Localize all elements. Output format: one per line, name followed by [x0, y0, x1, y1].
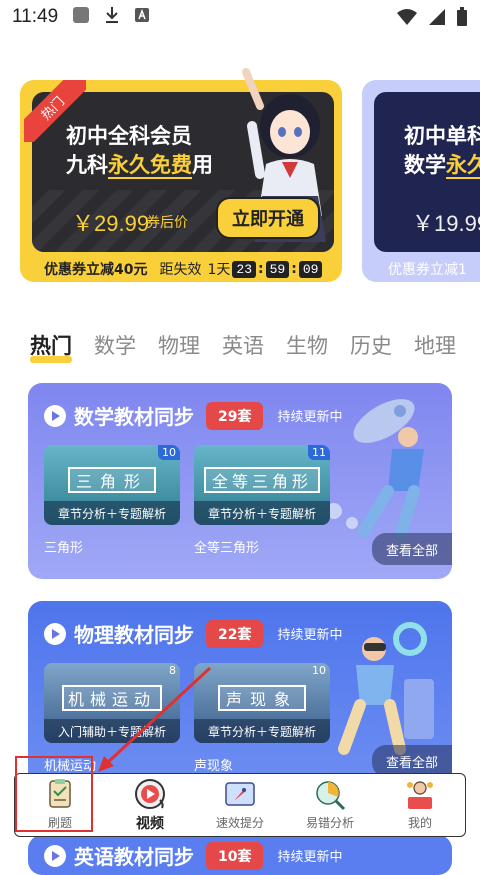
- math-textbook-section: 数学教材同步 29套 持续更新中 10 三角形 章节分析＋专题解析 三角形 11…: [28, 383, 452, 579]
- price-note: 券后价: [146, 215, 188, 231]
- coupon-text: 优惠券立减40元: [44, 262, 148, 278]
- course-label[interactable]: 全等三角形: [194, 537, 259, 556]
- subject-tabs: 热门 数学 物理 英语 生物 历史 地理: [30, 330, 456, 363]
- count-badge: 22套: [206, 619, 264, 648]
- episode-count: 10: [312, 664, 326, 677]
- tab-english[interactable]: 英语: [222, 330, 264, 360]
- wifi-icon: [396, 8, 418, 31]
- rocket-board-icon: [225, 782, 255, 806]
- thumbnail-subtitle: 章节分析＋专题解析: [194, 501, 330, 525]
- view-all-button[interactable]: 查看全部: [372, 533, 452, 565]
- countdown-minutes: 59: [265, 260, 290, 278]
- membership-card-all-subjects[interactable]: 热门 初中全科会员 九科永久免费用 ￥29.99 券后价 立即开通 优惠券立减4…: [20, 66, 342, 282]
- countdown-day: 1天: [207, 262, 231, 278]
- thumbnail-title: 机械运动: [62, 685, 162, 711]
- play-icon: [44, 844, 66, 867]
- nav-label: 速效提分: [215, 816, 264, 830]
- tab-history[interactable]: 历史: [350, 330, 392, 360]
- section-header: 物理教材同步 22套 持续更新中: [44, 619, 343, 648]
- thumbnail-title: 声现象: [218, 685, 306, 711]
- nav-error-analysis[interactable]: 易错分析: [290, 779, 370, 831]
- tab-biology[interactable]: 生物: [286, 330, 328, 360]
- course-label[interactable]: 声现象: [194, 755, 233, 774]
- course-thumbnail[interactable]: 10 三角形 章节分析＋专题解析: [44, 445, 180, 525]
- tab-physics[interactable]: 物理: [158, 330, 200, 360]
- course-label[interactable]: 三角形: [44, 537, 83, 556]
- nav-mine[interactable]: 我的: [380, 779, 460, 831]
- tab-hot[interactable]: 热门: [30, 330, 72, 363]
- download-icon: [104, 6, 120, 29]
- update-status: 持续更新中: [277, 628, 343, 643]
- coupon-countdown: 优惠券立减40元 距失效 1天 23: 59: 09: [44, 259, 324, 279]
- section-title: 英语教材同步: [74, 845, 194, 869]
- membership-card-single-subject[interactable]: 初中单科 数学永久 ￥19.99 优惠券立减1: [362, 66, 480, 282]
- nav-label: 视频: [136, 815, 164, 832]
- tab-math[interactable]: 数学: [94, 330, 136, 360]
- thumbnail-subtitle: 章节分析＋专题解析: [194, 719, 330, 743]
- app-notification-icon: [72, 6, 90, 29]
- nav-quick-score[interactable]: 速效提分: [200, 779, 280, 831]
- update-status: 持续更新中: [277, 850, 343, 865]
- course-thumbnail[interactable]: 10 声现象 章节分析＋专题解析: [194, 663, 330, 743]
- episode-count: 8: [169, 664, 176, 677]
- card-price: ￥29.99: [72, 211, 150, 236]
- card-title: 初中单科: [404, 124, 480, 148]
- coupon-text: 优惠券立减1: [388, 262, 467, 278]
- course-thumbnail[interactable]: 11 全等三角形 章节分析＋专题解析: [194, 445, 330, 525]
- section-header: 英语教材同步 10套 持续更新中: [44, 841, 343, 870]
- play-icon: [44, 404, 66, 427]
- nav-label: 我的: [407, 816, 432, 830]
- english-textbook-section: 英语教材同步 10套 持续更新中: [28, 835, 452, 875]
- card-subtitle: 数学永久: [404, 149, 480, 179]
- update-status: 持续更新中: [277, 410, 343, 425]
- magnifier-chart-icon: [316, 781, 346, 811]
- card-subtitle: 九科永久免费用: [66, 153, 213, 179]
- section-title: 数学教材同步: [74, 405, 194, 429]
- annotation-highlight-box: [15, 756, 93, 832]
- nav-label: 易错分析: [305, 816, 354, 830]
- expire-label: 距失效: [159, 262, 202, 278]
- status-bar: 11:49: [0, 0, 480, 34]
- episode-count: 11: [308, 445, 330, 460]
- thumbnail-subtitle: 章节分析＋专题解析: [44, 501, 180, 525]
- thumbnail-subtitle: 入门辅助＋专题解析: [44, 719, 180, 743]
- font-a-icon: [134, 7, 150, 28]
- profile-podium-icon: [407, 781, 433, 809]
- battery-icon: [456, 7, 468, 32]
- section-header: 数学教材同步 29套 持续更新中: [44, 401, 343, 430]
- countdown-seconds: 09: [298, 260, 323, 278]
- course-thumbnail[interactable]: 8 机械运动 入门辅助＋专题解析: [44, 663, 180, 743]
- open-membership-button[interactable]: 立即开通: [216, 197, 320, 239]
- episode-count: 10: [158, 445, 180, 460]
- count-badge: 10套: [206, 841, 264, 870]
- play-icon: [44, 622, 66, 645]
- nav-video[interactable]: 视频: [110, 778, 190, 833]
- card-price: ￥19.99: [412, 211, 480, 236]
- count-badge: 29套: [206, 401, 264, 430]
- signal-icon: [428, 8, 446, 31]
- card-title: 初中全科会员: [66, 124, 192, 148]
- tab-geography[interactable]: 地理: [414, 330, 456, 360]
- status-time: 11:49: [12, 6, 59, 27]
- membership-carousel[interactable]: 热门 初中全科会员 九科永久免费用 ￥29.99 券后价 立即开通 优惠券立减4…: [0, 66, 480, 288]
- thumbnail-title: 全等三角形: [204, 467, 320, 493]
- thumbnail-title: 三角形: [68, 467, 156, 493]
- video-disc-icon: [135, 778, 165, 809]
- countdown-hours: 23: [232, 260, 257, 278]
- section-title: 物理教材同步: [74, 623, 194, 647]
